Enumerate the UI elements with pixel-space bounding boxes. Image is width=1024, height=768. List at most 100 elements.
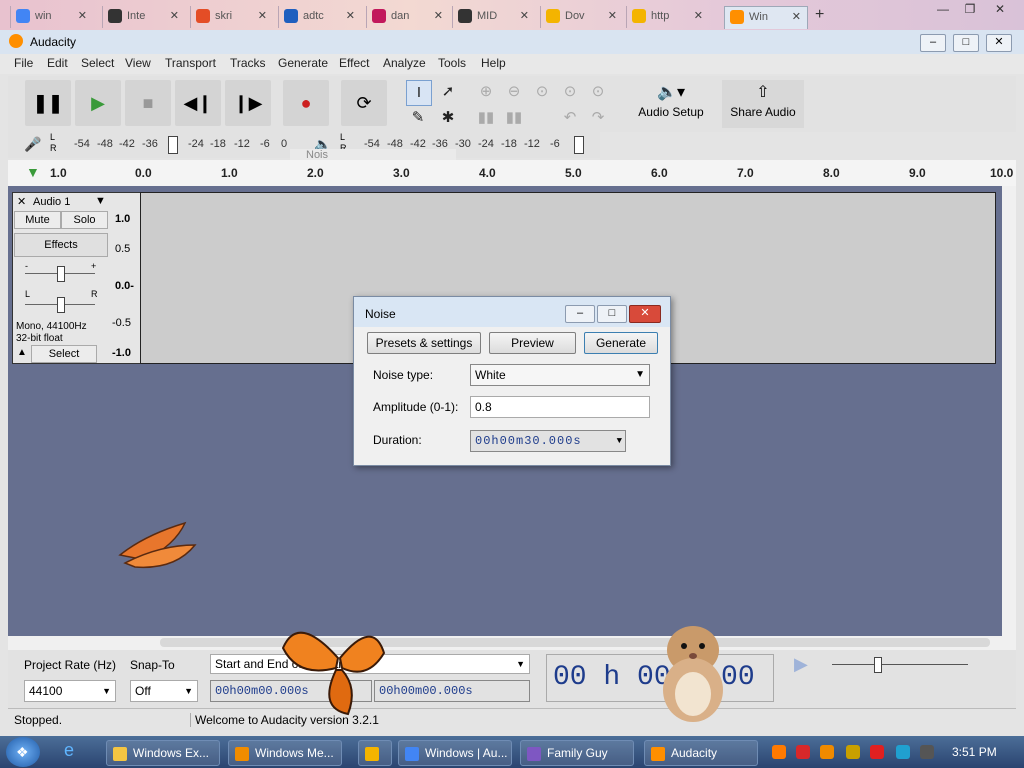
start-button[interactable]: ❖ (6, 737, 40, 767)
presets-settings-button[interactable]: Presets & settings (367, 332, 481, 354)
play-at-speed-button[interactable]: ▶ (794, 654, 816, 676)
new-tab-icon[interactable]: + (815, 6, 824, 24)
browser-tab[interactable]: Dov ✕ (540, 6, 623, 28)
taskbar-item[interactable]: Family Guy (520, 740, 634, 766)
play-speed-slider[interactable] (874, 657, 882, 673)
browser-tab[interactable]: dan ✕ (366, 6, 449, 28)
timeline-ruler[interactable]: ▼ 1.0 0.0 1.0 2.0 3.0 4.0 5.0 6.0 7.0 8.… (8, 160, 1016, 187)
track-menu-chevron-icon[interactable]: ▼ (95, 195, 106, 207)
playback-meter-slider[interactable] (574, 136, 584, 154)
skip-end-button[interactable]: ❙▶ (225, 80, 271, 126)
taskbar-item[interactable]: Audacity (644, 740, 758, 766)
menu-help[interactable]: Help (481, 56, 506, 70)
generate-button[interactable]: Generate (584, 332, 658, 354)
record-button[interactable]: ● (283, 80, 329, 126)
project-rate-select[interactable]: 44100 ▼ (24, 680, 116, 702)
preview-button[interactable]: Preview (489, 332, 576, 354)
multi-tool-button[interactable]: ✱ (436, 106, 460, 130)
window-close-button[interactable]: ✕ (986, 34, 1012, 52)
menu-file[interactable]: File (14, 56, 33, 70)
envelope-tool-button[interactable]: ➚ (436, 80, 460, 104)
undo-button[interactable]: ↶ (558, 106, 582, 130)
browser-tab[interactable]: MID ✕ (452, 6, 535, 28)
vertical-scrollbar[interactable] (1002, 186, 1016, 636)
taskbar-item[interactable]: Windows | Au... (398, 740, 512, 766)
amplitude-input[interactable]: 0.8 (470, 396, 650, 418)
fit-selection-button[interactable]: ⊙ (530, 80, 554, 104)
share-audio-button[interactable]: ⇧ Share Audio (722, 80, 804, 128)
menu-view[interactable]: View (125, 56, 151, 70)
audio-setup-button[interactable]: 🔈▾ Audio Setup (628, 80, 714, 128)
tab-close-icon[interactable]: ✕ (258, 9, 267, 22)
duration-input[interactable]: 00h00m30.000s ▼ (470, 430, 626, 452)
track-select-button[interactable]: Select (31, 345, 97, 363)
taskbar-item[interactable] (358, 740, 392, 766)
tab-close-icon[interactable]: ✕ (434, 9, 443, 22)
dialog-minimize-button[interactable]: – (565, 305, 595, 323)
fit-project-button[interactable]: ⊙ (558, 80, 582, 104)
ie-icon[interactable]: e (64, 740, 90, 764)
browser-tab[interactable]: Inte ✕ (102, 6, 185, 28)
horizontal-scrollbar[interactable] (8, 636, 1016, 650)
tab-close-icon[interactable]: ✕ (170, 9, 179, 22)
tray-icon[interactable] (846, 745, 860, 759)
tab-close-icon[interactable]: ✕ (346, 9, 355, 22)
window-maximize-button[interactable]: □ (953, 34, 979, 52)
browser-minimize-button[interactable]: — (931, 2, 955, 18)
window-minimize-button[interactable]: – (920, 34, 946, 52)
tray-icon[interactable] (870, 745, 884, 759)
menu-transport[interactable]: Transport (165, 56, 216, 70)
pan-slider[interactable] (57, 297, 65, 313)
zoom-toggle-button[interactable]: ⊙ (586, 80, 610, 104)
tray-icon[interactable] (920, 745, 934, 759)
selection-tool-button[interactable]: I (406, 80, 432, 106)
noise-type-select[interactable]: White ▼ (470, 364, 650, 386)
selection-end-time[interactable]: 00h00m00.000s (374, 680, 530, 702)
tab-close-icon[interactable]: ✕ (78, 9, 87, 22)
tray-icon[interactable] (772, 745, 786, 759)
menu-generate[interactable]: Generate (278, 56, 328, 70)
skip-start-button[interactable]: ◀❙ (175, 80, 221, 126)
zoom-in-button[interactable]: ⊕ (474, 80, 498, 104)
taskbar-item[interactable]: Windows Me... (228, 740, 342, 766)
mute-button[interactable]: Mute (14, 211, 61, 229)
microphone-icon[interactable]: 🎤 (24, 136, 41, 153)
taskbar-item[interactable]: Windows Ex... (106, 740, 220, 766)
silence-button[interactable]: ▮▮ (502, 106, 526, 130)
track-name[interactable]: Audio 1 (33, 196, 70, 208)
play-head-icon[interactable]: ▼ (26, 164, 40, 180)
tab-close-icon[interactable]: ✕ (694, 9, 703, 22)
solo-button[interactable]: Solo (61, 211, 108, 229)
menu-edit[interactable]: Edit (47, 56, 68, 70)
menu-effect[interactable]: Effect (339, 56, 369, 70)
collapse-track-icon[interactable]: ▲ (17, 347, 27, 358)
dialog-close-button[interactable]: ✕ (629, 305, 661, 323)
redo-button[interactable]: ↷ (586, 106, 610, 130)
effects-button[interactable]: Effects (14, 233, 108, 257)
menu-analyze[interactable]: Analyze (383, 56, 426, 70)
track-close-icon[interactable]: ✕ (17, 195, 26, 208)
trim-button[interactable]: ▮▮ (474, 106, 498, 130)
tab-close-icon[interactable]: ✕ (520, 9, 529, 22)
gain-slider[interactable] (57, 266, 65, 282)
dialog-maximize-button[interactable]: □ (597, 305, 627, 323)
browser-tab[interactable]: adtc ✕ (278, 6, 361, 28)
play-button[interactable]: ▶ (75, 80, 121, 126)
menu-tools[interactable]: Tools (438, 56, 466, 70)
loop-button[interactable]: ⟳ (341, 80, 387, 126)
duration-format-chevron-icon[interactable]: ▼ (617, 431, 623, 451)
menu-tracks[interactable]: Tracks (230, 56, 266, 70)
snap-to-select[interactable]: Off ▼ (130, 680, 198, 702)
browser-tab[interactable]: win ✕ (10, 6, 93, 28)
tray-icon[interactable] (820, 745, 834, 759)
zoom-out-button[interactable]: ⊖ (502, 80, 526, 104)
tray-icon[interactable] (796, 745, 810, 759)
browser-tab[interactable]: skri ✕ (190, 6, 273, 28)
menu-select[interactable]: Select (81, 56, 114, 70)
tray-icon[interactable] (896, 745, 910, 759)
browser-close-button[interactable]: ✕ (988, 2, 1012, 18)
tab-close-icon[interactable]: ✕ (792, 10, 801, 23)
stop-button[interactable]: ■ (125, 80, 171, 126)
browser-maximize-button[interactable]: ❐ (958, 2, 982, 18)
record-meter-slider[interactable] (168, 136, 178, 154)
